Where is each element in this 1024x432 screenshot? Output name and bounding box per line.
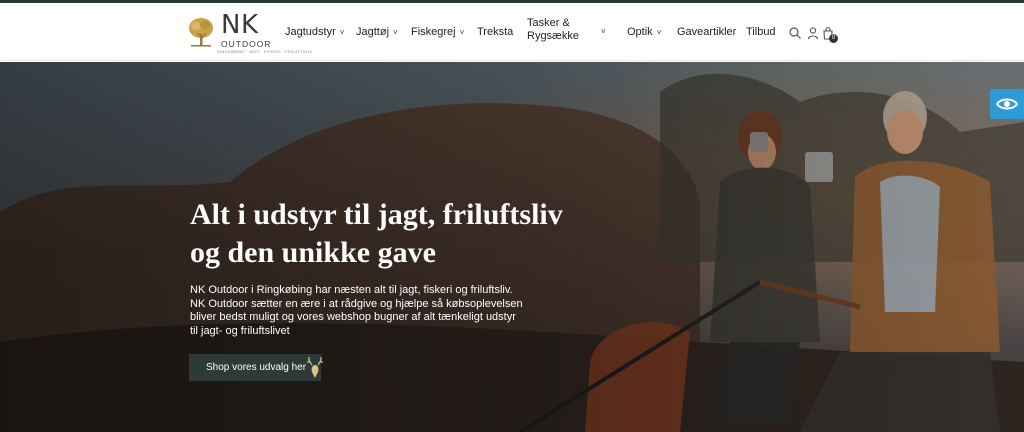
chevron-down-icon: ˅ [393,27,398,37]
nav-item-label: Gaveartikler [677,26,737,38]
chevron-down-icon: ˅ [601,27,606,36]
logo-subword: OUTDOOR [221,39,272,49]
nav-item-jagttoj[interactable]: Jagttøj ˅ [356,3,398,61]
site-header: NK OUTDOOR RINGKØBING · JAGT · FISKERI ·… [0,3,1024,61]
hero-description: NK Outdoor i Ringkøbing har næsten alt t… [190,284,523,337]
site-logo[interactable]: NK OUTDOOR RINGKØBING · JAGT · FISKERI ·… [188,10,312,55]
chevron-down-icon: ˅ [339,27,345,37]
nav-item-label: Jagtudstyr [285,26,336,38]
shop-now-button[interactable]: Shop vores udvalg her [189,354,321,381]
chevron-down-icon: ˅ [656,27,662,37]
nav-item-fiskegrej[interactable]: Fiskegrej ˅ [411,3,464,61]
nav-item-treksta[interactable]: Treksta [477,3,513,61]
nav-item-jagtudstyr[interactable]: Jagtudstyr ˅ [285,3,344,61]
hero-title: Alt i udstyr til jagt, friluftsliv og de… [190,198,563,269]
nav-item-label: Jagttøj [356,26,390,38]
user-icon[interactable] [806,26,820,40]
nav-item-label: Optik [627,26,653,38]
nav-item-gaveartikler[interactable]: Gaveartikler [677,3,736,61]
accessibility-button[interactable] [990,89,1024,119]
deer-head-icon [307,357,323,378]
shop-now-label: Shop vores udvalg her [206,362,307,373]
nav-item-tilbud[interactable]: Tilbud [746,3,776,61]
nav-item-label: Fiskegrej [411,26,456,38]
eye-icon [996,98,1018,110]
cart-count-badge: 0 [829,34,838,43]
tree-logo-icon [189,18,213,47]
nav-item-label: Tilbud [746,26,776,38]
logo-wordmark: NK [221,10,259,40]
nav-item-optik[interactable]: Optik ˅ [627,3,661,61]
nav-item-label: Tasker & Rygsække [527,17,579,42]
search-icon[interactable] [788,26,802,40]
chevron-down-icon: ˅ [459,27,465,37]
nav-item-label: Treksta [477,26,514,38]
